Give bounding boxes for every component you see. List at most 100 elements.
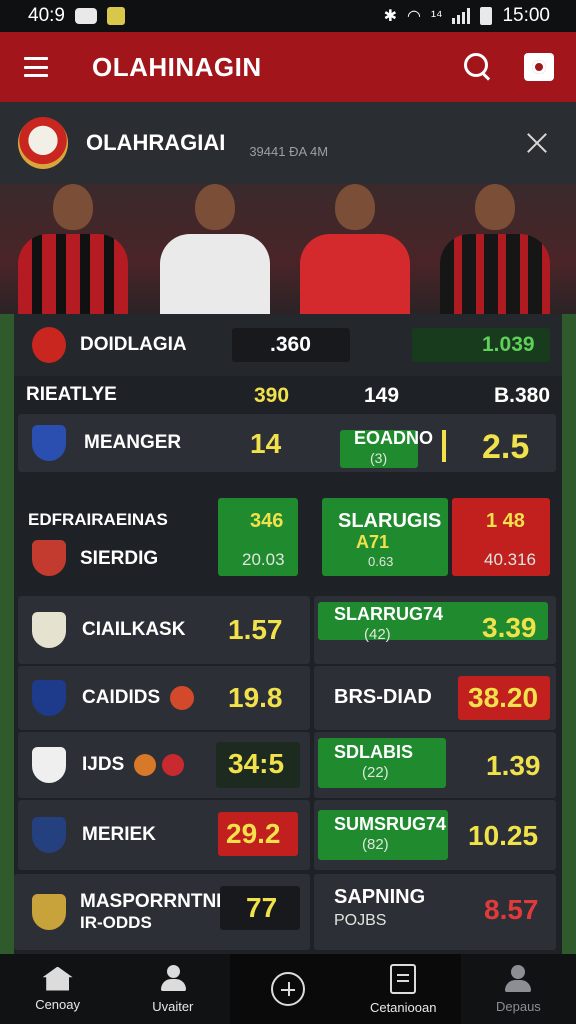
market-label: SLARUGIS [338, 510, 442, 532]
market-sub: POJBS [334, 912, 387, 929]
status-left-text: 40:9 [28, 5, 65, 26]
match-row[interactable]: MERIEK 29.2 [18, 800, 310, 870]
app-bar: OLAHINAGIN [0, 32, 576, 102]
market-sub: (3) [370, 450, 388, 466]
market-label: SLARRUG74 [334, 604, 444, 624]
team-name-sub: IR-ODDS [80, 913, 152, 932]
status-bar: 40:9 ✱ ◠ ¹⁴ 15:00 [0, 0, 576, 32]
match-row[interactable]: SUMSRUG74 (82) 10.25 [314, 800, 556, 870]
match-row[interactable]: MASPORRNTNE IR-ODDS 77 [14, 874, 310, 950]
nav-item-add[interactable] [230, 954, 346, 1024]
section-header: EDFRAIRAEINAS [28, 510, 168, 529]
nav-item-bets[interactable]: Cetaniooan [345, 954, 461, 1024]
odds-value: 1.039 [482, 333, 535, 356]
match-row[interactable]: SDLABIS (22) 1.39 [314, 732, 556, 798]
market-sub: (82) [362, 836, 389, 853]
player-image [300, 184, 410, 314]
close-icon[interactable] [526, 132, 548, 154]
nav-item-profile[interactable]: Depaus [461, 954, 576, 1024]
camera-icon[interactable] [524, 53, 554, 81]
team-name: MEANGER [84, 432, 182, 453]
odds-value[interactable]: 38.20 [468, 682, 538, 714]
signal-text: ¹⁴ [431, 7, 443, 25]
player-image [18, 184, 128, 314]
market-label: BRS-DIAD [334, 686, 432, 708]
team-name: DOIDLAGIA [80, 334, 187, 355]
club-icon [170, 686, 195, 710]
odds-value[interactable]: 10.25 [468, 820, 538, 852]
team-name: MASPORRNTNE [80, 891, 229, 912]
league-subtitle: 39441 ÐA 4M [249, 143, 329, 159]
market-label: SAPNING [334, 886, 426, 908]
odds-value[interactable]: 29.2 [226, 818, 281, 850]
market-sub: A71 [356, 532, 390, 552]
market-label: EOADNO [354, 428, 434, 448]
match-row[interactable]: SAPNING POJBS 8.57 [314, 874, 556, 950]
nav-label: Cenoay [35, 996, 80, 1012]
column-value: 390 [254, 384, 290, 407]
column-value: 149 [364, 384, 400, 407]
market-sub: (42) [364, 626, 391, 643]
bluetooth-icon: ✱ [383, 8, 398, 25]
odds-value: 40.316 [484, 550, 536, 569]
odds-value[interactable]: 77 [246, 892, 277, 924]
market-sub: 0.63 [368, 554, 394, 569]
pitch-edge [562, 314, 576, 954]
team-name: CIAILKASK [82, 619, 186, 640]
league-crest-icon [18, 117, 68, 169]
odds-value[interactable]: 8.57 [484, 894, 539, 926]
team-badge-icon [32, 747, 66, 783]
hero-banner [0, 184, 576, 314]
team-name: CAIDIDS [82, 687, 161, 708]
signal-icon [452, 8, 471, 24]
battery-icon [480, 7, 493, 25]
profile-icon [503, 964, 533, 993]
status-time: 15:00 [502, 5, 550, 26]
player-image [160, 184, 270, 314]
odds-value[interactable]: 1.39 [486, 750, 541, 782]
column-value: B.380 [494, 384, 551, 407]
league-header: OLAHRAGIAI 39441 ÐA 4M [0, 102, 576, 184]
odds-value: 1 48 [486, 510, 525, 532]
odds-value[interactable]: 2.5 [482, 428, 529, 467]
odds-value[interactable]: 3.39 [482, 612, 537, 644]
nav-label: Depaus [496, 998, 541, 1014]
menu-icon[interactable] [24, 57, 48, 77]
nav-item-home[interactable]: Cenoay [0, 954, 115, 1024]
team-badge-icon [32, 894, 66, 930]
home-icon [42, 966, 73, 991]
notification-icon [74, 8, 97, 24]
team-name: IJDS [82, 754, 125, 775]
match-row[interactable]: SLARRUG74 (42) 3.39 [314, 596, 556, 664]
nav-item-users[interactable]: Uvaiter [115, 954, 230, 1024]
odds-value[interactable]: 34:5 [228, 748, 284, 780]
match-row[interactable]: MEANGER 14 EOADNO (3) 2.5 [18, 414, 556, 472]
team-name: MERIEK [82, 824, 156, 845]
team-badge-icon [32, 817, 66, 853]
match-row[interactable]: CAIDIDS 19.8 [18, 666, 310, 730]
team-badge-icon [32, 425, 66, 461]
odds-value[interactable]: 1.57 [228, 614, 283, 646]
pitch-edge [0, 314, 14, 954]
search-icon[interactable] [464, 53, 492, 81]
odds-value: 346 [250, 510, 284, 532]
odds-value[interactable]: 19.8 [228, 682, 283, 714]
odds-value: 20.03 [242, 550, 285, 569]
bottom-nav: Cenoay Uvaiter Cetaniooan Depaus [0, 954, 576, 1024]
market-label: SUMSRUG74 [334, 814, 447, 834]
club-icon [134, 754, 157, 776]
document-icon [390, 963, 417, 994]
team-badge-icon [32, 540, 66, 576]
featured-match-row[interactable]: DOIDLAGIA .360 1.039 [14, 314, 562, 376]
team-name: SIERDIG [80, 548, 159, 569]
team-badge-icon [32, 612, 66, 648]
match-row[interactable]: IJDS 34:5 [18, 732, 310, 798]
match-row[interactable]: CIAILKASK 1.57 [18, 596, 310, 664]
match-row[interactable]: BRS-DIAD 38.20 [314, 666, 556, 730]
app-notification-icon [106, 7, 125, 25]
wifi-icon: ◠ [407, 8, 421, 25]
player-image [440, 184, 550, 314]
odds-value[interactable]: 14 [250, 428, 281, 460]
add-icon [271, 972, 305, 1006]
club-icon [162, 754, 185, 776]
